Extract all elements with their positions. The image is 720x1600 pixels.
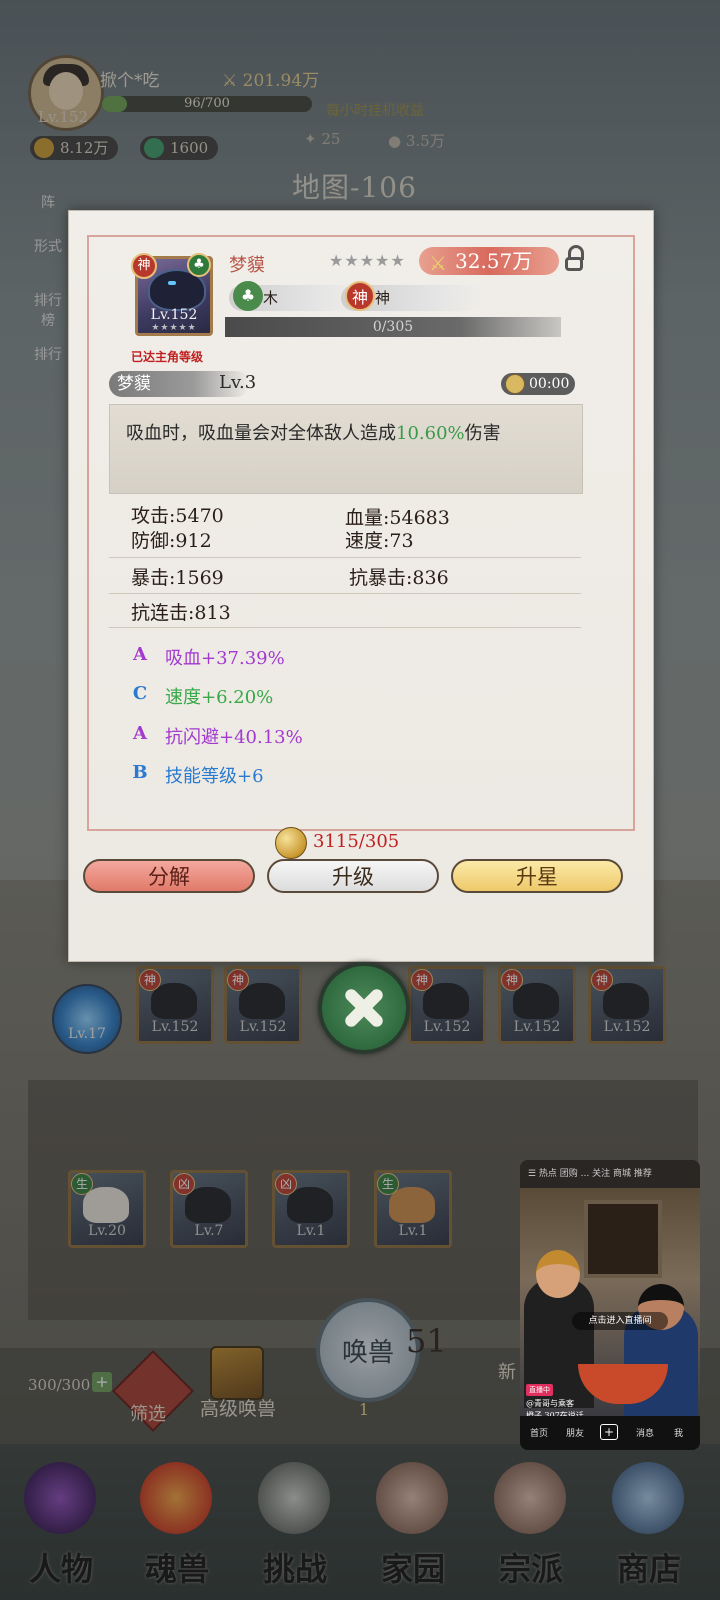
upgrade-button[interactable]: 升级 xyxy=(267,859,439,893)
grade-badge: C xyxy=(132,683,148,704)
divider xyxy=(109,593,581,594)
enter-live-button[interactable]: 点击进入直播间 xyxy=(572,1312,668,1330)
combat-power-badge: ⚔ 32.57万 xyxy=(419,247,559,275)
video-person-left-head xyxy=(536,1250,580,1298)
video-nav-friends[interactable]: 朋友 xyxy=(566,1426,584,1439)
upgrade-cost-value: 3115/305 xyxy=(313,831,400,852)
beast-detail-popup: Lv.152 ★★★★★ 神 ♣ 梦貘 ★★★★★ ⚔ 32.57万 ♣ 木 神… xyxy=(68,210,654,962)
element-divine: 神 神 xyxy=(341,281,485,311)
star-up-button[interactable]: 升星 xyxy=(451,859,623,893)
lock-body xyxy=(565,257,583,271)
hourglass-icon xyxy=(505,374,525,394)
gold-coin-icon xyxy=(275,827,307,859)
divine-badge: 神 xyxy=(131,253,157,279)
lock-icon[interactable] xyxy=(565,245,585,273)
element-divine-label: 神 xyxy=(375,289,391,307)
video-doorway xyxy=(584,1200,662,1278)
dragon-eye xyxy=(168,281,176,285)
level-cap-note: 已达主角等级 xyxy=(131,350,204,364)
video-top-tabs[interactable]: ☰ 热点 团购 ... 关注 商城 推荐 xyxy=(520,1160,700,1188)
video-pip-overlay[interactable]: ☰ 热点 团购 ... 关注 商城 推荐 点击进入直播间 直播中 @青哥与乘客 … xyxy=(520,1160,700,1450)
video-nav-home[interactable]: 首页 xyxy=(530,1426,548,1439)
decompose-button[interactable]: 分解 xyxy=(83,859,255,893)
stat-defense: 防御:912 xyxy=(131,530,212,552)
stat-anti-crit: 抗暴击:836 xyxy=(349,567,449,589)
video-nav-me[interactable]: 我 xyxy=(674,1426,683,1439)
attribute-text: 抗闪避+40.13% xyxy=(165,727,303,748)
attribute-text: 技能等级+6 xyxy=(165,766,264,787)
grade-badge: A xyxy=(133,644,147,665)
video-scene: 点击进入直播间 直播中 @青哥与乘客 橙子 307在说话 xyxy=(520,1188,700,1420)
stat-crit: 暴击:1569 xyxy=(131,567,224,589)
stat-speed: 速度:73 xyxy=(345,530,414,552)
divider xyxy=(109,557,581,558)
stat-anti-combo: 抗连击:813 xyxy=(131,602,231,624)
attribute-text: 速度+6.20% xyxy=(165,687,274,708)
grade-badge: B xyxy=(132,762,148,783)
attribute-text: 吸血+37.39% xyxy=(165,648,285,669)
leaf-icon: ♣ xyxy=(233,281,263,311)
skill-level: Lv.3 xyxy=(219,372,257,393)
video-create-button[interactable]: + xyxy=(600,1424,618,1440)
beast-xp-bar: 0/305 xyxy=(225,317,561,337)
grade-badge: A xyxy=(133,723,147,744)
live-tag: 直播中 xyxy=(526,1384,553,1396)
desc-prefix: 吸血时，吸血量会对全体敌人造成 xyxy=(126,423,396,444)
skill-description-text: 吸血时，吸血量会对全体敌人造成10.60%伤害 xyxy=(126,419,501,445)
beast-name: 梦貘 xyxy=(229,255,265,276)
video-caption-line: @青哥与乘客 xyxy=(526,1399,574,1408)
stat-attack: 攻击:5470 xyxy=(131,505,224,527)
desc-highlight: 10.60% xyxy=(396,423,465,444)
desc-suffix: 伤害 xyxy=(464,423,501,444)
beast-xp-text: 0/305 xyxy=(372,319,414,335)
star-rating: ★★★★★ xyxy=(329,251,406,270)
cooldown-timer-value: 00:00 xyxy=(529,376,570,392)
portrait-stars: ★★★★★ xyxy=(151,323,197,333)
divine-icon: 神 xyxy=(345,281,375,311)
wood-badge-icon: ♣ xyxy=(187,253,211,277)
portrait-level: Lv.152 xyxy=(150,307,198,323)
video-nav: 首页 朋友 + 消息 我 xyxy=(520,1416,700,1450)
cooldown-timer: 00:00 xyxy=(501,373,575,395)
element-wood-label: 木 xyxy=(263,289,279,307)
crossed-swords-icon: ⚔ xyxy=(429,251,447,275)
video-nav-messages[interactable]: 消息 xyxy=(636,1426,654,1439)
skill-description: 吸血时，吸血量会对全体敌人造成10.60%伤害 xyxy=(109,404,583,494)
divider xyxy=(109,627,581,628)
close-button[interactable] xyxy=(318,962,410,1054)
combat-power-value: 32.57万 xyxy=(455,249,533,273)
